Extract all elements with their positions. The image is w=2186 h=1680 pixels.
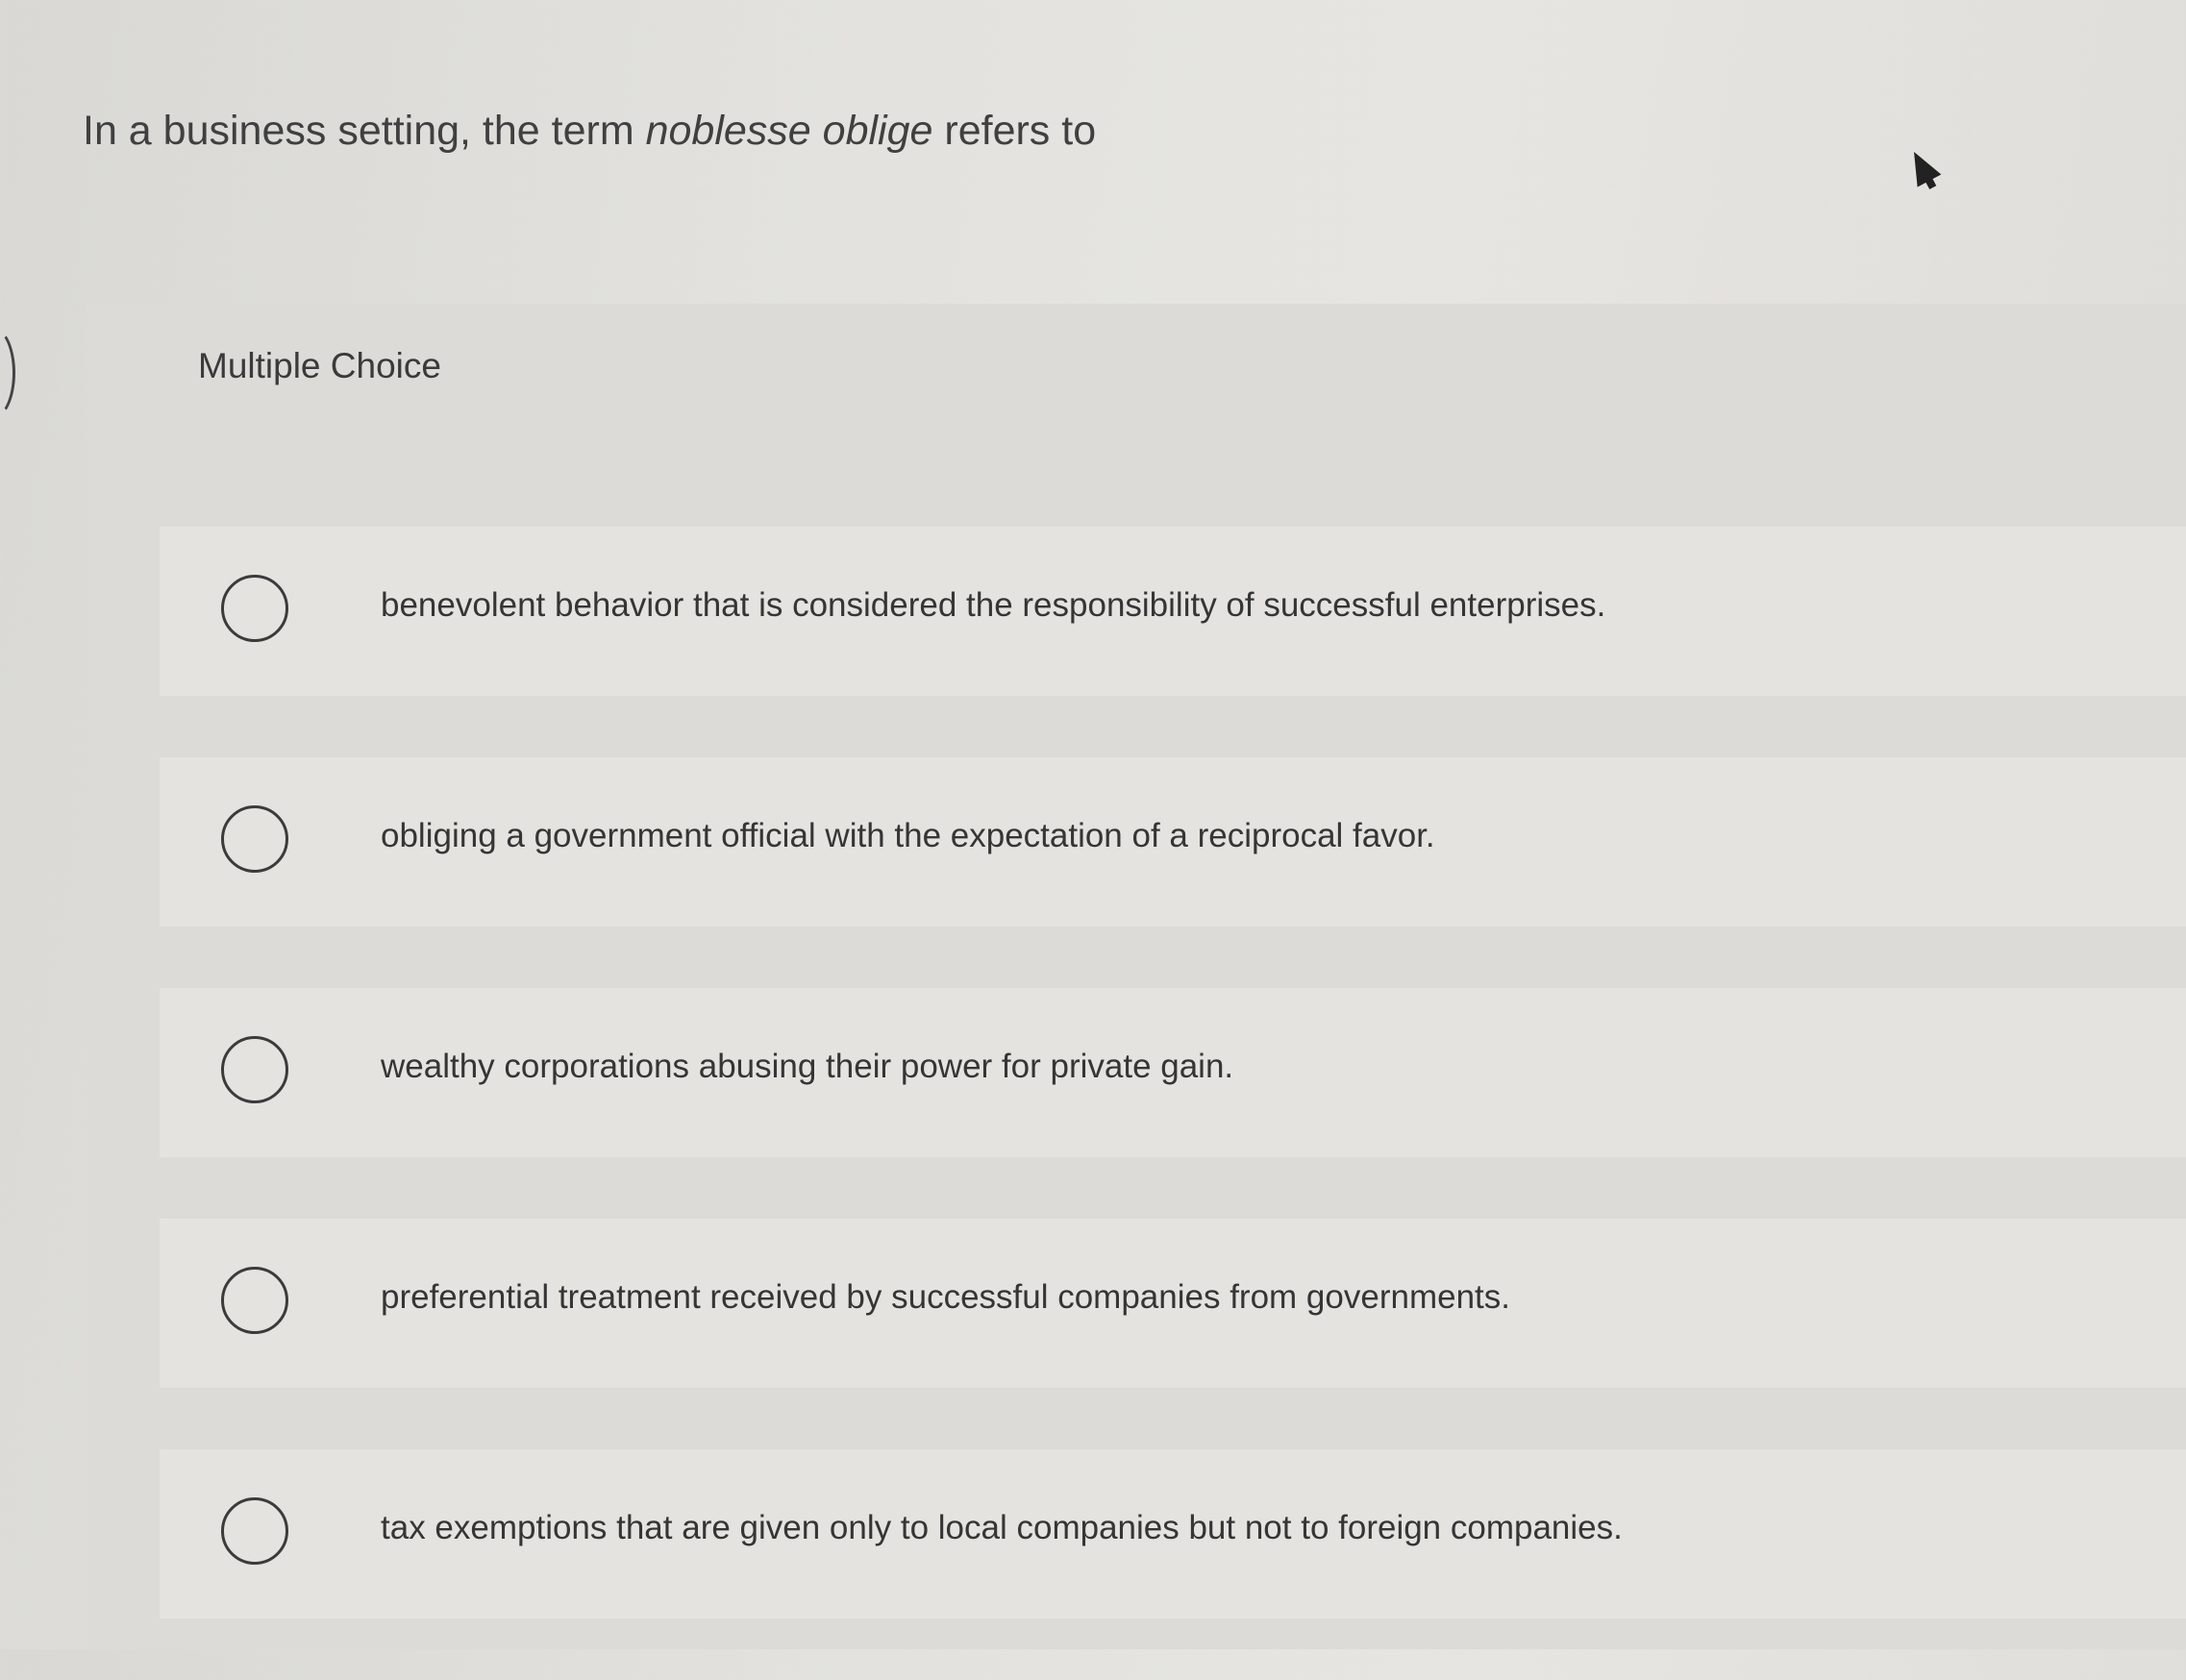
multiple-choice-panel: Multiple Choice benevolent behavior that… <box>87 304 2186 1649</box>
left-edge-bracket <box>0 327 15 419</box>
mouse-cursor-icon <box>1901 145 1942 187</box>
choice-text: tax exemptions that are given only to lo… <box>381 1509 1623 1546</box>
choice-text: obliging a government official with the … <box>381 817 1435 854</box>
choice-option-2[interactable]: obliging a government official with the … <box>160 757 2186 926</box>
question-term: noblesse oblige <box>645 108 933 154</box>
question-after: refers to <box>932 108 1097 154</box>
choice-option-1[interactable]: benevolent behavior that is considered t… <box>160 527 2186 696</box>
choice-list: benevolent behavior that is considered t… <box>160 527 2186 1680</box>
radio-button-icon[interactable] <box>221 575 288 642</box>
radio-button-icon[interactable] <box>221 805 288 873</box>
multiple-choice-label: Multiple Choice <box>198 346 441 385</box>
choice-option-3[interactable]: wealthy corporations abusing their power… <box>160 988 2186 1157</box>
question-before: In a business setting, the term <box>83 108 646 154</box>
choice-text: wealthy corporations abusing their power… <box>381 1048 1234 1085</box>
radio-button-icon[interactable] <box>221 1036 288 1103</box>
choice-option-4[interactable]: preferential treatment received by succe… <box>160 1219 2186 1388</box>
radio-button-icon[interactable] <box>221 1497 288 1565</box>
question-text: In a business setting, the term noblesse… <box>83 108 1096 155</box>
choice-option-5[interactable]: tax exemptions that are given only to lo… <box>160 1449 2186 1618</box>
choice-text: preferential treatment received by succe… <box>381 1278 1510 1316</box>
radio-button-icon[interactable] <box>221 1267 288 1334</box>
choice-text: benevolent behavior that is considered t… <box>381 586 1606 624</box>
